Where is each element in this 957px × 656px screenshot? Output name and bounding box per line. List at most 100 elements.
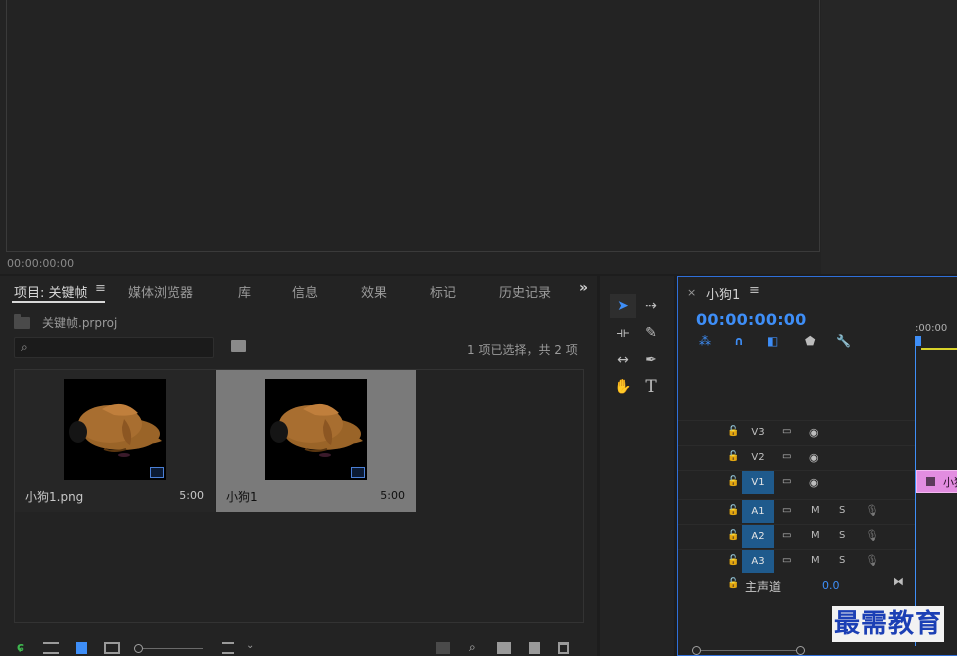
sequence-tab[interactable]: 小狗1 — [706, 284, 740, 303]
microphone-icon[interactable]: 🎙 — [865, 554, 879, 567]
scroll-handle-left[interactable] — [692, 646, 701, 655]
timeline-zoom-scrollbar[interactable] — [692, 644, 957, 656]
chevron-down-icon[interactable]: ⌄ — [246, 640, 254, 652]
tab-libraries[interactable]: 库 — [238, 282, 251, 301]
zoom-slider-handle[interactable] — [134, 644, 143, 653]
new-bin-icon[interactable] — [497, 642, 511, 654]
project-item[interactable]: 小狗1.png 5:00 — [15, 370, 215, 512]
eye-icon[interactable]: ◉ — [809, 451, 819, 464]
monitor-timecode[interactable]: 00:00:00:00 — [7, 257, 74, 270]
tab-history[interactable]: 历史记录 — [499, 282, 551, 301]
panel-menu-icon[interactable]: ≡ — [749, 283, 760, 298]
ripple-edit-tool-icon[interactable]: ⟛ — [610, 321, 636, 345]
pen-tool-icon[interactable]: ✒ — [638, 348, 664, 372]
solo-button[interactable]: S — [839, 505, 845, 516]
sync-lock-icon[interactable]: ▭ — [782, 555, 791, 566]
track-content-area[interactable] — [916, 420, 957, 600]
track-select-tool-icon[interactable]: ⇢ — [638, 294, 664, 318]
nest-sequence-icon[interactable]: ⁂ — [699, 334, 711, 348]
wrench-icon[interactable]: 🔧 — [836, 334, 851, 348]
hand-tool-icon[interactable]: ✋ — [610, 375, 636, 399]
sync-lock-icon[interactable]: ▭ — [782, 476, 791, 487]
find-icon[interactable]: ⌕ — [469, 640, 476, 654]
track-label[interactable]: A1 — [742, 500, 774, 523]
microphone-icon[interactable]: 🎙 — [865, 504, 879, 517]
solo-button[interactable]: S — [839, 555, 845, 566]
zoom-slider-track[interactable] — [143, 648, 203, 649]
eye-icon[interactable]: ◉ — [809, 426, 819, 439]
scroll-track[interactable] — [701, 650, 796, 651]
razor-tool-icon[interactable]: ✎ — [638, 321, 664, 345]
monitor-viewport[interactable] — [6, 0, 820, 252]
search-box[interactable]: ⌕ — [14, 337, 214, 358]
track-label[interactable]: A3 — [742, 550, 774, 573]
freeform-view-icon[interactable] — [104, 642, 120, 654]
track-label[interactable]: V3 — [742, 421, 774, 444]
work-area-bar[interactable] — [921, 348, 957, 350]
timeline-timecode[interactable]: 00:00:00:00 — [696, 310, 806, 329]
tab-markers[interactable]: 标记 — [430, 282, 456, 301]
tab-project[interactable]: 项目: 关键帧 — [14, 282, 88, 301]
sort-icon[interactable] — [222, 642, 234, 654]
mute-button[interactable]: M — [811, 555, 820, 566]
lock-icon[interactable]: 🔓 — [727, 426, 739, 437]
tab-effects[interactable]: 效果 — [361, 282, 387, 301]
automate-to-sequence-icon[interactable] — [436, 642, 450, 654]
project-item-selected[interactable]: 小狗1 5:00 — [216, 370, 416, 512]
eye-icon[interactable]: ◉ — [809, 476, 819, 489]
playhead-handle[interactable] — [915, 336, 921, 346]
search-input[interactable] — [37, 339, 209, 356]
list-view-icon[interactable] — [43, 642, 59, 654]
track-label[interactable]: A2 — [742, 525, 774, 548]
track-v1: 🔓 V1 ▭ ◉ — [678, 470, 915, 494]
snap-icon[interactable]: ∩ — [734, 334, 744, 348]
sync-lock-icon[interactable]: ▭ — [782, 505, 791, 516]
track-label[interactable]: V1 — [742, 471, 774, 494]
find-in-bin-icon[interactable] — [231, 340, 246, 352]
sync-lock-icon[interactable]: ▭ — [782, 530, 791, 541]
add-marker-icon[interactable]: ⬟ — [805, 334, 815, 348]
lock-icon[interactable]: 🔓 — [727, 505, 739, 516]
lock-icon[interactable]: 🔓 — [727, 530, 739, 541]
project-items-grid: 小狗1.png 5:00 小狗1 5:00 — [14, 369, 584, 623]
microphone-icon[interactable]: 🎙 — [865, 529, 879, 542]
panel-menu-icon[interactable]: ≡ — [95, 281, 106, 296]
fx-badge-icon — [926, 477, 935, 486]
solo-button[interactable]: S — [839, 530, 845, 541]
track-v2: 🔓 V2 ▭ ◉ — [678, 445, 915, 469]
item-duration: 5:00 — [380, 489, 405, 502]
track-label[interactable]: V2 — [742, 446, 774, 469]
linked-selection-icon[interactable]: ◧ — [767, 334, 778, 348]
lock-icon[interactable]: 🔓 — [727, 578, 739, 589]
new-item-icon[interactable] — [529, 642, 540, 654]
mute-button[interactable]: M — [811, 505, 820, 516]
slip-tool-icon[interactable]: ↔ — [610, 348, 636, 372]
track-a1: 🔓 A1 ▭ M S 🎙 — [678, 499, 915, 523]
tab-info[interactable]: 信息 — [292, 282, 318, 301]
clip-label: 小狗 — [943, 476, 957, 489]
trash-icon[interactable] — [558, 642, 569, 654]
selection-tool-icon[interactable]: ➤ — [610, 294, 636, 318]
lock-icon[interactable]: 🔓 — [727, 476, 739, 487]
lock-icon[interactable]: 🔓 — [727, 555, 739, 566]
scroll-handle-right[interactable] — [796, 646, 805, 655]
item-duration: 5:00 — [179, 489, 204, 502]
master-volume-value[interactable]: 0.0 — [822, 579, 840, 592]
go-to-end-icon[interactable]: ⧓ — [893, 575, 904, 588]
timeline-clip[interactable]: 小狗 — [916, 470, 957, 493]
active-tab-underline — [12, 301, 105, 303]
playhead-line[interactable] — [915, 346, 916, 646]
sync-lock-icon[interactable]: ▭ — [782, 451, 791, 462]
icon-view-icon[interactable] — [76, 642, 87, 654]
mute-button[interactable]: M — [811, 530, 820, 541]
lock-icon[interactable]: ɕ — [17, 640, 24, 654]
lock-icon[interactable]: 🔓 — [727, 451, 739, 462]
item-count-status: 1 项已选择，共 2 项 — [467, 343, 578, 357]
dog-illustration — [270, 403, 363, 457]
type-tool-icon[interactable]: T — [638, 375, 664, 399]
sync-lock-icon[interactable]: ▭ — [782, 426, 791, 437]
tab-media-browser[interactable]: 媒体浏览器 — [128, 282, 193, 301]
tabs-overflow-icon[interactable]: » — [579, 280, 588, 296]
close-icon[interactable]: × — [687, 286, 696, 299]
sequence-icon — [351, 467, 365, 478]
